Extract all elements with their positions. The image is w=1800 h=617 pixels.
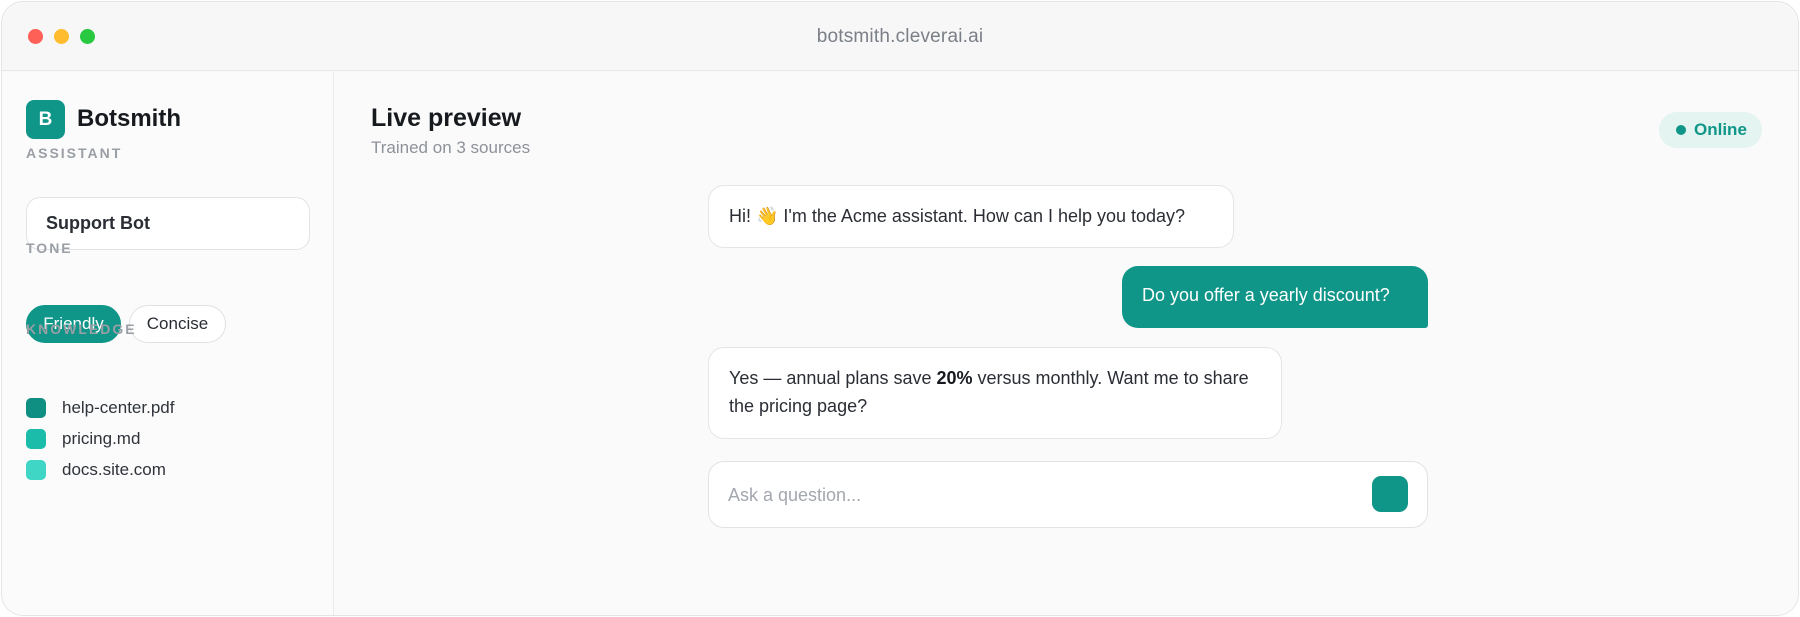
status-label: Online [1694, 120, 1747, 139]
knowledge-item-label: help-center.pdf [62, 398, 175, 417]
tone-section-label: TONE [26, 240, 73, 256]
user-message: Do you offer a yearly discount? [1122, 266, 1428, 328]
title-bar: botsmith.cleverai.ai [2, 2, 1798, 71]
message-highlight: 20% [936, 368, 973, 388]
assistant-section-label: ASSISTANT [26, 145, 123, 161]
address-bar-url: botsmith.cleverai.ai [816, 26, 984, 47]
send-button[interactable] [1372, 476, 1408, 512]
preview-panel: Live preview Trained on 3 sources Online… [335, 72, 1798, 615]
knowledge-section-label: KNOWLEDGE [26, 321, 137, 337]
status-dot-icon [1676, 125, 1686, 135]
message-text: Yes — annual plans save [729, 368, 937, 388]
brand-name: Botsmith [77, 105, 181, 132]
link-icon [26, 460, 46, 480]
status-badge: Online [1659, 112, 1762, 148]
bot-message: Hi! 👋 I'm the Acme assistant. How can I … [708, 185, 1234, 248]
message-composer [708, 461, 1428, 528]
brand-logo-icon: B [26, 100, 65, 139]
file-icon [26, 429, 46, 449]
knowledge-item-label: pricing.md [62, 429, 141, 448]
question-input[interactable] [728, 476, 1348, 514]
bot-message: Yes — annual plans save 20% versus month… [708, 347, 1282, 439]
sidebar: B Botsmith ASSISTANT Support Bot TONE Fr… [2, 72, 334, 615]
knowledge-item-label: docs.site.com [62, 460, 166, 479]
file-icon [26, 398, 46, 418]
page-title: Live preview [371, 104, 522, 132]
tone-option-concise[interactable]: Concise [129, 305, 226, 343]
browser-window: botsmith.cleverai.ai B Botsmith ASSISTAN… [1, 1, 1799, 616]
page-subtitle: Trained on 3 sources [371, 138, 531, 157]
